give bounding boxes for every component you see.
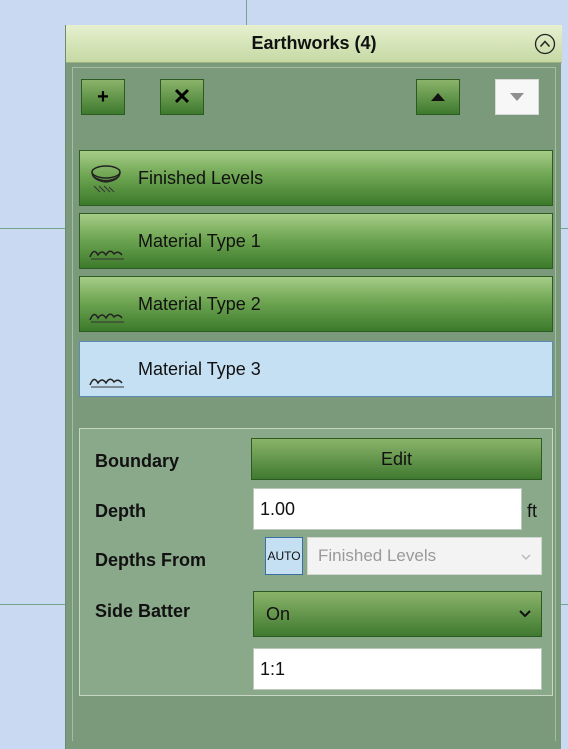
chevron-up-circle-icon <box>534 33 556 55</box>
chevron-down-icon <box>521 554 531 560</box>
move-down-button[interactable] <box>495 79 539 115</box>
panel-header: Earthworks (4) <box>66 25 562 63</box>
layer-material-type-1[interactable]: Material Type 1 <box>79 213 553 269</box>
layer-material-type-3[interactable]: Material Type 3 <box>79 341 553 397</box>
layer-finished-levels[interactable]: Finished Levels <box>79 150 553 206</box>
add-layer-button[interactable]: + <box>81 79 125 115</box>
side-batter-value: On <box>266 603 291 624</box>
delete-layer-button[interactable]: ✕ <box>160 79 204 115</box>
triangle-up-icon <box>431 93 445 101</box>
side-batter-label: Side Batter <box>95 601 191 621</box>
auto-toggle-button[interactable]: AUTO <box>265 537 303 575</box>
triangle-down-icon <box>510 93 524 101</box>
auto-label: AUTO <box>267 549 301 563</box>
depths-from-label: Depths From <box>95 550 207 570</box>
depths-from-select[interactable]: Finished Levels <box>307 537 542 575</box>
layer-label: Finished Levels <box>138 167 264 188</box>
delete-icon: ✕ <box>172 84 192 109</box>
boundary-label: Boundary <box>95 451 180 471</box>
material-icon <box>88 349 138 389</box>
finished-levels-icon <box>88 158 138 198</box>
depth-label: Depth <box>95 501 146 521</box>
layer-label: Material Type 1 <box>138 230 261 251</box>
boundary-edit-button[interactable]: Edit <box>251 438 542 480</box>
layer-properties: Boundary Edit Depth 1.00 ft Depths From … <box>79 428 553 696</box>
batter-ratio-input[interactable]: 1:1 <box>253 648 542 690</box>
move-up-button[interactable] <box>416 79 460 115</box>
panel-title: Earthworks (4) <box>251 33 377 53</box>
collapse-button[interactable] <box>532 31 558 57</box>
depth-input[interactable]: 1.00 <box>253 488 522 530</box>
side-batter-select[interactable]: On <box>253 591 542 637</box>
material-icon <box>88 284 138 324</box>
depth-unit: ft <box>527 501 538 521</box>
batter-ratio-value: 1:1 <box>260 658 286 679</box>
layer-label: Material Type 2 <box>138 293 261 314</box>
chevron-down-icon <box>519 610 531 618</box>
layer-label: Material Type 3 <box>138 358 261 379</box>
depth-value: 1.00 <box>260 498 296 519</box>
add-label: + <box>97 85 109 108</box>
earthworks-panel: Earthworks (4) + ✕ Finished Levels Mater… <box>65 25 562 749</box>
material-icon <box>88 221 138 261</box>
depths-from-value: Finished Levels <box>318 546 437 565</box>
edit-label: Edit <box>380 448 413 469</box>
layer-material-type-2[interactable]: Material Type 2 <box>79 276 553 332</box>
